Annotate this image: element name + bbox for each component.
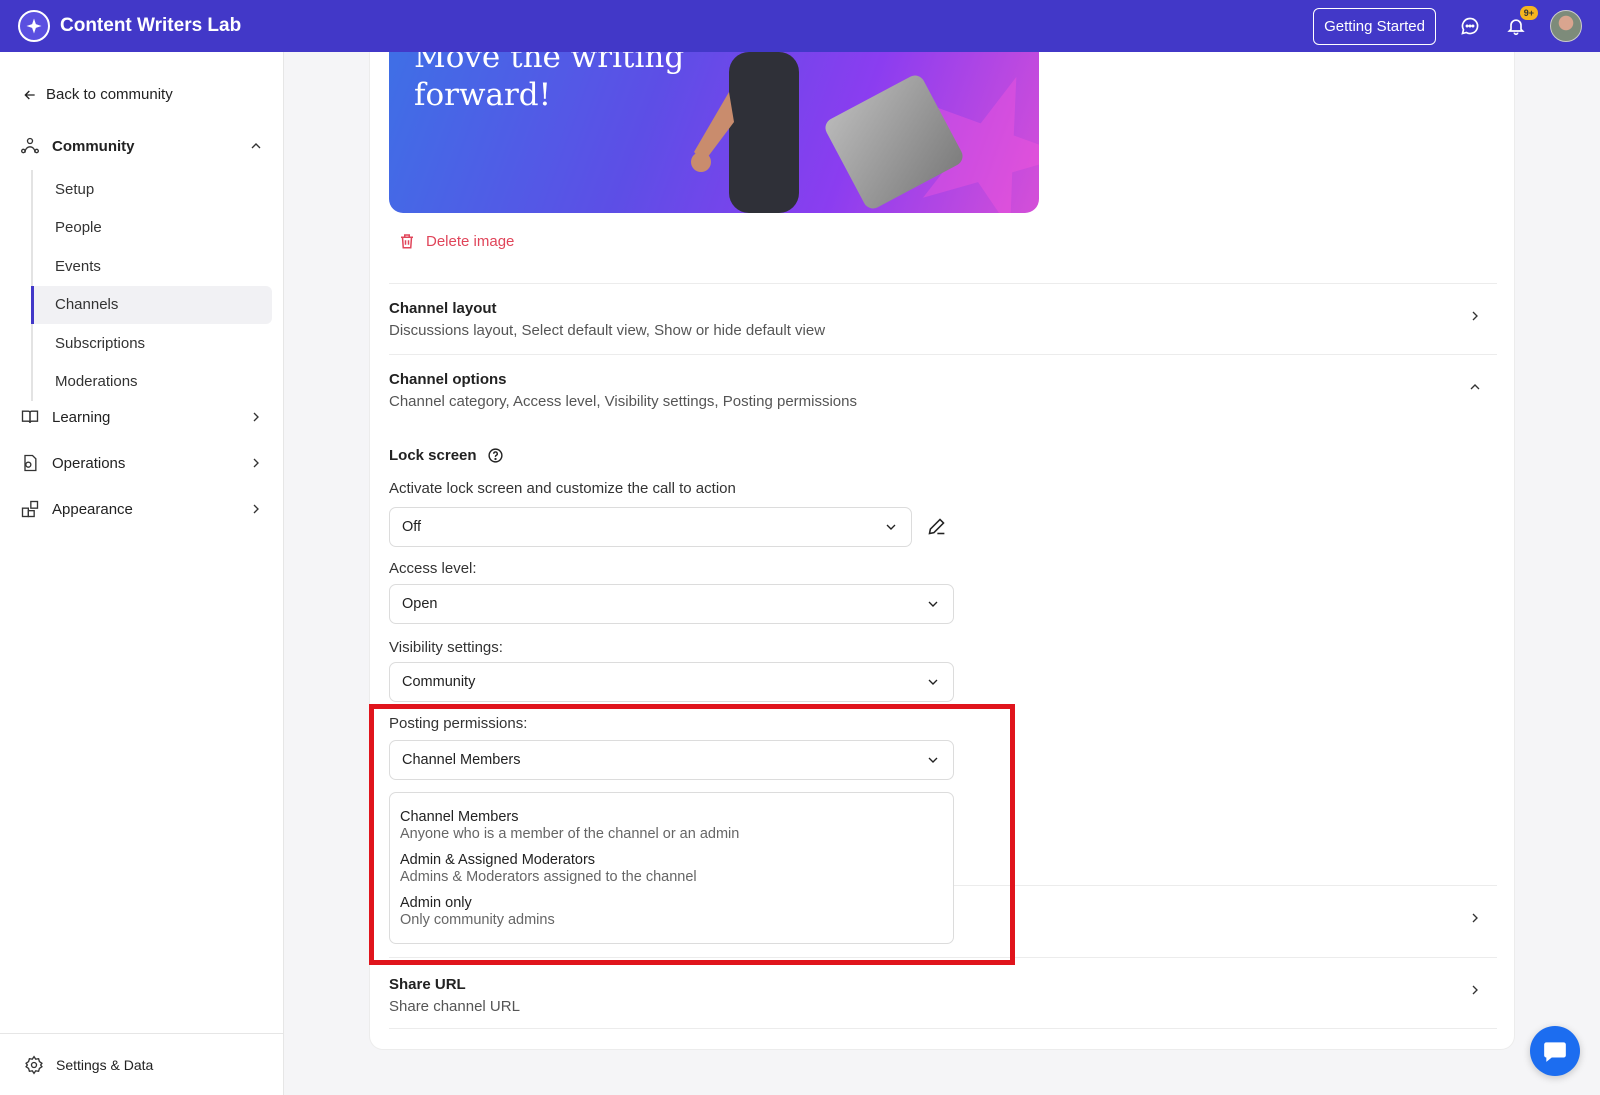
option-description: Anyone who is a member of the channel or… (400, 826, 740, 842)
dropdown-option-admin-moderators[interactable]: Admin & Assigned Moderators Admins & Mod… (400, 852, 943, 885)
chevron-down-icon (886, 524, 896, 530)
sidebar-section-community[interactable]: Community (20, 136, 264, 156)
row-title: Channel layout (389, 300, 497, 317)
sidebar-section-label: Operations (52, 454, 126, 472)
lock-screen-value: Off (402, 519, 422, 535)
chevron-right-icon (253, 412, 259, 422)
chat-support-button[interactable] (1530, 1026, 1580, 1076)
row-title: Share URL (389, 976, 466, 993)
community-sub-list: Setup People Events Channels Subscriptio… (31, 170, 272, 401)
app-title[interactable]: Content Writers Lab (60, 15, 241, 37)
cover-image-text: Move the writing forward! (414, 52, 684, 114)
sidebar-item-setup[interactable]: Setup (33, 170, 272, 209)
chevron-up-icon (251, 143, 261, 149)
chat-icon[interactable] (1458, 14, 1482, 38)
visibility-settings-select[interactable]: Community (389, 662, 954, 702)
option-title: Channel Members (400, 809, 519, 825)
row-title: Channel options (389, 371, 507, 388)
dropdown-option-admin-only[interactable]: Admin only Only community admins (400, 895, 943, 928)
row-description: Share channel URL (389, 998, 520, 1015)
notification-badge: 9+ (1519, 6, 1538, 20)
back-to-community-link[interactable]: Back to community (22, 86, 173, 103)
trash-icon (401, 234, 413, 249)
getting-started-button[interactable]: Getting Started (1313, 7, 1436, 45)
channel-settings-card: Move the writing forward! Delete image C… (369, 52, 1515, 1050)
sidebar: Back to community Community Setup People… (0, 52, 284, 1095)
chevron-up-icon (1470, 384, 1480, 390)
cover-text-line-2: forward! (414, 77, 552, 113)
sidebar-section-label: Learning (52, 408, 111, 426)
chevron-right-icon (253, 504, 259, 514)
option-description: Admins & Moderators assigned to the chan… (400, 869, 697, 885)
delete-image-label: Delete image (426, 232, 515, 250)
delete-image-button[interactable]: Delete image (398, 232, 514, 250)
sidebar-section-label: Community (52, 137, 135, 155)
app-logo-icon[interactable] (18, 10, 50, 42)
chat-bubble-icon (1544, 1042, 1566, 1062)
visibility-settings-label: Visibility settings: (389, 639, 503, 656)
chevron-right-icon (1472, 985, 1478, 995)
settings-data-label: Settings & Data (56, 1056, 154, 1073)
sidebar-section-label: Appearance (52, 500, 133, 518)
option-title: Admin only (400, 895, 472, 911)
dropdown-option-channel-members[interactable]: Channel Members Anyone who is a member o… (400, 809, 943, 842)
row-description: Discussions layout, Select default view,… (389, 322, 826, 339)
row-description: Channel category, Access level, Visibili… (389, 393, 857, 410)
lock-screen-title: Lock screen (389, 447, 504, 464)
chevron-down-icon (928, 679, 938, 685)
top-bar: Content Writers Lab Getting Started 9+ (0, 0, 1600, 52)
lock-screen-label: Lock screen (389, 447, 477, 464)
lock-screen-field-label: Activate lock screen and customize the c… (389, 480, 736, 497)
channel-cover-image: Move the writing forward! (389, 52, 1039, 213)
pencil-icon (928, 518, 945, 535)
edit-lock-screen-button[interactable] (926, 516, 947, 542)
back-link-label: Back to community (46, 86, 173, 103)
channel-options-row[interactable]: Channel options Channel category, Access… (389, 354, 1497, 434)
book-icon (21, 410, 39, 423)
sidebar-item-moderations[interactable]: Moderations (33, 363, 272, 402)
chevron-right-icon (1472, 913, 1478, 923)
posting-permissions-dropdown: Channel Members Anyone who is a member o… (389, 792, 954, 944)
sidebar-section-appearance[interactable]: Appearance (20, 499, 264, 519)
operations-icon (24, 454, 37, 472)
access-level-select[interactable]: Open (389, 584, 954, 624)
sidebar-item-channels[interactable]: Channels (31, 285, 272, 324)
posting-permissions-label: Posting permissions: (389, 715, 528, 732)
sidebar-section-operations[interactable]: Operations (20, 453, 264, 473)
community-icon (21, 137, 40, 154)
cover-text-line-1: Move the writing (414, 52, 685, 75)
option-description: Only community admins (400, 912, 555, 928)
share-url-row[interactable]: Share URL Share channel URL (389, 957, 1497, 1029)
user-avatar[interactable] (1550, 10, 1582, 42)
chevron-right-icon (1472, 311, 1478, 321)
person-illustration (691, 52, 799, 213)
arrow-left-icon (24, 90, 35, 99)
bell-icon[interactable]: 9+ (1504, 6, 1538, 38)
posting-permissions-value: Channel Members (402, 752, 521, 768)
sidebar-item-events[interactable]: Events (33, 247, 272, 286)
visibility-settings-value: Community (402, 674, 476, 690)
access-level-value: Open (402, 596, 438, 612)
option-title: Admin & Assigned Moderators (400, 852, 596, 868)
gear-icon (25, 1054, 43, 1075)
sidebar-section-learning[interactable]: Learning (20, 407, 264, 427)
channel-layout-row[interactable]: Channel layout Discussions layout, Selec… (389, 283, 1497, 354)
chevron-right-icon (253, 458, 259, 468)
posting-permissions-select[interactable]: Channel Members (389, 740, 954, 780)
sidebar-item-people[interactable]: People (33, 209, 272, 248)
chevron-down-icon (928, 601, 938, 607)
chevron-down-icon (928, 757, 938, 763)
sidebar-item-subscriptions[interactable]: Subscriptions (33, 324, 272, 363)
settings-data-link[interactable]: Settings & Data (0, 1033, 284, 1095)
lock-screen-select[interactable]: Off (389, 507, 912, 547)
help-circle-icon[interactable] (487, 447, 504, 464)
appearance-icon (21, 500, 39, 518)
access-level-label: Access level: (389, 560, 477, 577)
